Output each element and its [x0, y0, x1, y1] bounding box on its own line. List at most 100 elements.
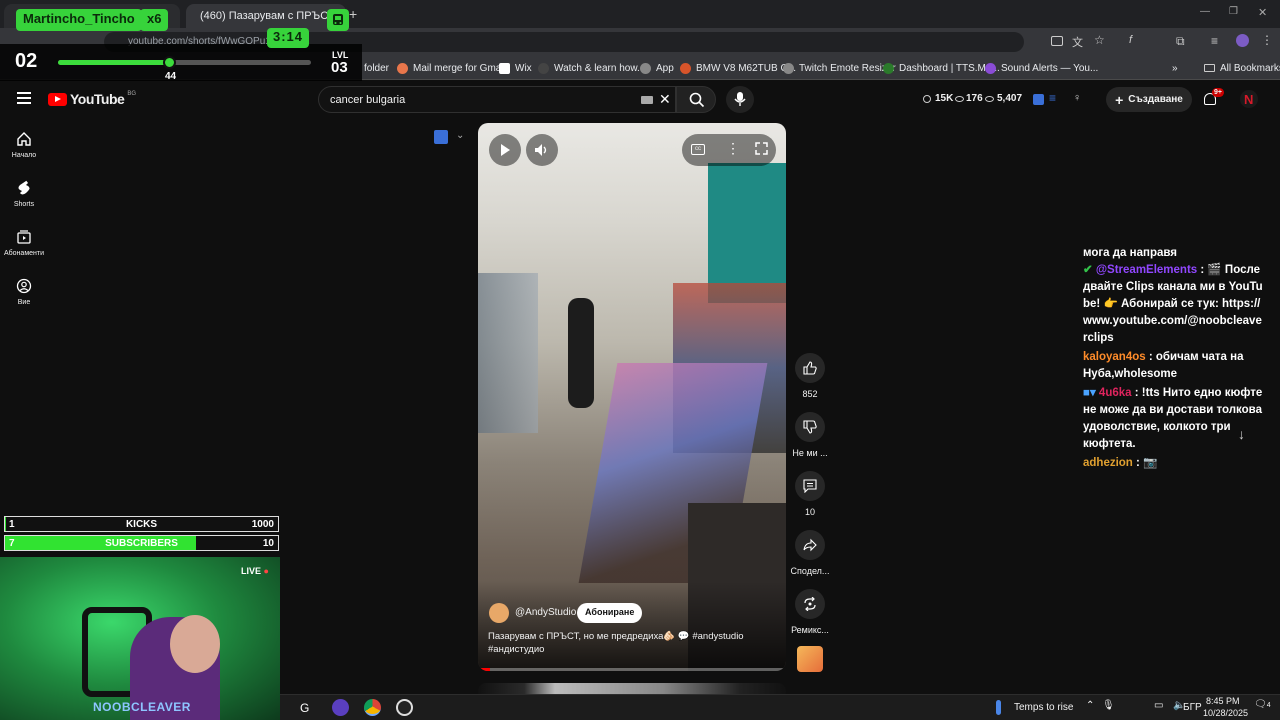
channel-name[interactable]: @AndyStudio	[515, 607, 576, 618]
taskbar-obs-icon[interactable]	[396, 699, 413, 716]
more-options-icon[interactable]: ⋮	[726, 140, 740, 157]
menu-dots-icon[interactable]: ⋮	[1261, 33, 1273, 47]
comment-action[interactable]: 10	[790, 471, 830, 517]
ribbon-icon[interactable]: ♀	[1073, 92, 1081, 104]
iq-extension-icon[interactable]	[1033, 94, 1044, 105]
window-close-button[interactable]: ✕	[1258, 6, 1267, 19]
cast-icon[interactable]	[1051, 36, 1063, 46]
create-button[interactable]: + Създаване	[1106, 87, 1192, 112]
chat-message: adhezion : 📷	[1083, 455, 1265, 472]
chat-username: @StreamElements	[1095, 264, 1198, 276]
hamburger-menu-icon[interactable]	[17, 92, 31, 104]
thermometer-icon	[996, 700, 1001, 715]
caption-gradient	[478, 581, 786, 671]
mail-icon	[397, 62, 408, 74]
network-icon[interactable]: ▭	[1154, 700, 1163, 711]
volume-icon	[535, 144, 547, 156]
short-video-player[interactable]	[478, 123, 786, 671]
wix-icon	[499, 62, 510, 74]
remix-action[interactable]: Ремикс...	[790, 589, 830, 635]
search-query: cancer bulgaria	[330, 94, 406, 106]
search-button[interactable]	[676, 86, 716, 113]
notifications-button[interactable]: 9+	[1202, 88, 1224, 108]
next-short-preview[interactable]	[478, 683, 786, 694]
bookmarks-overflow-icon[interactable]: »	[1172, 60, 1178, 76]
all-bookmarks[interactable]: All Bookmarks	[1204, 60, 1280, 76]
subscribe-button[interactable]: Абониране	[577, 603, 643, 623]
stat-watch-time: 15K	[935, 93, 954, 104]
notifications-tray-icon[interactable]: 🗨4	[1254, 699, 1271, 710]
kicks-goal-bar: 1 KICKS 1000	[4, 516, 279, 532]
bookmark-watch-learn[interactable]: Watch & learn how...	[538, 60, 645, 76]
microphone-tray-icon[interactable]: 🎙	[1102, 700, 1115, 711]
account-avatar[interactable]: N	[1240, 90, 1258, 108]
chat-username: 4u6ka	[1098, 387, 1132, 399]
bookmark-mail-merge[interactable]: Mail merge for Gma...	[397, 60, 510, 76]
video-icon	[538, 62, 549, 74]
dashboard-icon	[883, 62, 894, 74]
chat-username: kaloyan4os	[1083, 351, 1146, 363]
iq-extension-toggle[interactable]	[434, 130, 448, 144]
tray-overflow-icon[interactable]: ⌃	[1086, 700, 1094, 711]
profile-avatar[interactable]	[1236, 34, 1249, 47]
window-minimize-button[interactable]: —	[1200, 6, 1210, 17]
list-icon[interactable]: ≡	[1049, 91, 1056, 105]
clear-search-icon[interactable]: ✕	[659, 91, 671, 108]
tab-youtube-short[interactable]: (460) Пазарувам с ПРЪСТ, но м	[186, 4, 346, 28]
bookmark-wix[interactable]: Wix	[499, 60, 532, 76]
bookmark-twitch-emote[interactable]: Twitch Emote Resizer	[783, 60, 896, 76]
stat-viewers: 176	[966, 93, 983, 104]
language-indicator[interactable]: БГР	[1183, 702, 1202, 713]
bus-icon	[327, 9, 349, 31]
new-tab-button[interactable]: +	[349, 6, 357, 22]
clock-time[interactable]: 8:45 PM	[1206, 696, 1240, 706]
bookmark-folder[interactable]: folder	[364, 60, 389, 76]
volume-button[interactable]	[526, 134, 558, 166]
taskbar-app-icon[interactable]	[332, 699, 349, 716]
like-count: 852	[802, 389, 818, 399]
voice-search-button[interactable]	[726, 86, 754, 113]
overlay-multiplier: x6	[140, 9, 169, 31]
captions-icon[interactable]: cc	[691, 144, 705, 155]
clock-date[interactable]: 10/28/2025	[1203, 708, 1248, 718]
like-icon	[803, 361, 817, 375]
sidebar-item-you[interactable]: Вие	[0, 278, 48, 306]
sound-icon	[985, 62, 996, 74]
fullscreen-icon[interactable]	[755, 142, 768, 155]
star-icon[interactable]: ☆	[1094, 33, 1105, 47]
channel-avatar[interactable]	[489, 603, 509, 623]
window-restore-button[interactable]: ❐	[1229, 6, 1238, 17]
chevron-down-icon[interactable]: ⌄	[456, 130, 464, 141]
taskbar-app-icon[interactable]: G	[300, 701, 309, 715]
sidebar-item-subscriptions[interactable]: Абонаменти	[0, 229, 48, 257]
bookmark-dashboard[interactable]: Dashboard | TTS.Mo...	[883, 60, 1000, 76]
notification-badge: 9+	[1212, 88, 1224, 97]
bookmark-app[interactable]: App	[640, 60, 674, 76]
weather-text[interactable]: Temps to rise	[1014, 702, 1073, 713]
font-icon[interactable]: f	[1129, 34, 1132, 46]
audio-thumbnail[interactable]	[797, 646, 823, 672]
sidebar-item-home[interactable]: Начало	[0, 131, 48, 159]
tab-search-icon[interactable]: ≡	[1211, 34, 1218, 48]
overlay-timer: 3:14	[267, 28, 310, 48]
play-button[interactable]	[489, 134, 521, 166]
extensions-icon[interactable]: ⧉	[1176, 34, 1185, 49]
comment-count: 10	[804, 507, 815, 517]
youtube-logo[interactable]: YouTube BG	[48, 91, 136, 107]
taskbar-chrome-icon[interactable]	[364, 699, 381, 716]
video-progress-bar[interactable]	[478, 668, 786, 671]
bookmark-bmw[interactable]: BMW V8 M62TUB C...	[680, 60, 796, 76]
live-dot-icon: ●	[261, 566, 269, 576]
sidebar-item-shorts[interactable]: Shorts	[0, 180, 48, 208]
bookmark-sound-alerts[interactable]: Sound Alerts — You...	[985, 60, 1098, 76]
chat-username: adhezion	[1083, 457, 1133, 469]
scroll-down-icon[interactable]: ↓	[1238, 426, 1245, 442]
share-action[interactable]: Сподел...	[790, 530, 830, 576]
dislike-icon	[803, 420, 817, 434]
keyboard-icon[interactable]	[641, 96, 653, 104]
translate-icon[interactable]: 文	[1072, 34, 1083, 50]
like-action[interactable]: 852	[790, 353, 830, 399]
search-input[interactable]: cancer bulgaria ✕	[318, 86, 676, 113]
bmw-icon	[680, 62, 691, 74]
dislike-action[interactable]: Не ми ...	[790, 412, 830, 458]
